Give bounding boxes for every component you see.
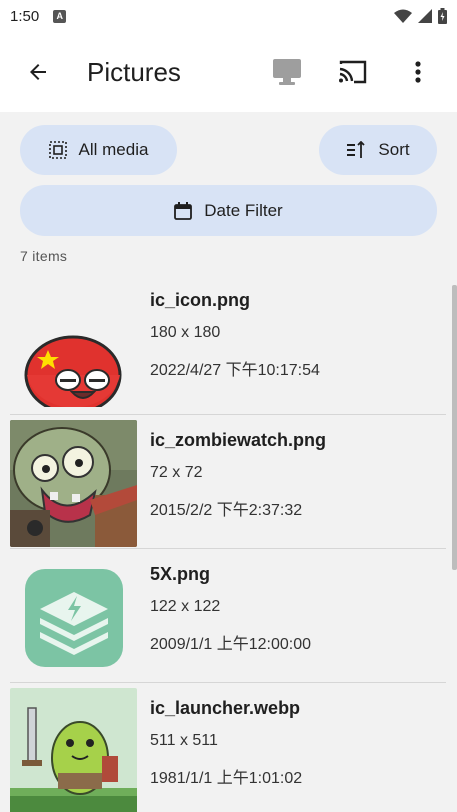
status-indicators <box>394 8 447 24</box>
back-button[interactable] <box>20 54 56 90</box>
app-bar: Pictures <box>0 32 457 112</box>
item-count: 7 items <box>20 248 68 264</box>
cast-button[interactable] <box>334 54 370 90</box>
divider <box>10 682 446 683</box>
layers-bolt-image <box>25 569 123 667</box>
page-title: Pictures <box>87 57 181 87</box>
zombie-image <box>10 420 137 547</box>
all-media-label: All media <box>78 140 149 159</box>
file-dimensions: 72 x 72 <box>150 464 203 481</box>
file-dimensions: 511 x 511 <box>150 732 218 749</box>
green-knight-character-image <box>10 688 137 812</box>
date-filter-chip[interactable]: Date Filter <box>20 185 437 236</box>
file-dimensions: 180 x 180 <box>150 324 221 341</box>
file-name: ic_icon.png <box>150 290 251 310</box>
scrollbar[interactable] <box>452 285 457 570</box>
thumbnail <box>10 420 137 547</box>
sort-icon <box>347 141 366 158</box>
list-item[interactable]: ic_launcher.webp 511 x 511 1981/1/1 上午1:… <box>10 688 446 812</box>
file-name: ic_zombiewatch.png <box>150 430 327 450</box>
calendar-icon <box>174 201 193 220</box>
thumbnail <box>10 688 137 812</box>
battery-icon <box>438 8 447 24</box>
file-dimensions: 122 x 122 <box>150 598 221 615</box>
date-filter-label: Date Filter <box>204 200 283 220</box>
monitor-button[interactable] <box>269 54 305 90</box>
file-date: 2015/2/2 下午2:37:32 <box>150 502 303 519</box>
divider <box>10 414 446 415</box>
monitor-icon <box>273 59 301 85</box>
file-date: 2009/1/1 上午12:00:00 <box>150 636 312 653</box>
signal-icon <box>418 9 432 23</box>
red-ball-character-image <box>24 335 122 407</box>
sort-label: Sort <box>378 140 410 159</box>
more-vert-icon <box>415 61 421 83</box>
thumbnail <box>10 280 137 407</box>
notification-icon: A <box>53 9 67 23</box>
back-arrow-icon <box>30 64 46 80</box>
file-name: 5X.png <box>150 564 211 584</box>
cast-icon <box>339 60 367 84</box>
list-item[interactable]: ic_zombiewatch.png 72 x 72 2015/2/2 下午2:… <box>10 420 446 554</box>
thumbnail <box>10 554 137 681</box>
all-media-chip[interactable]: All media <box>20 125 177 175</box>
list-item[interactable]: ic_icon.png 180 x 180 2022/4/27 下午10:17:… <box>10 280 446 414</box>
file-date: 2022/4/27 下午10:17:54 <box>150 362 320 379</box>
list-item[interactable]: 5X.png 122 x 122 2009/1/1 上午12:00:00 <box>10 554 446 688</box>
status-bar: 1:50 A <box>0 0 457 32</box>
divider <box>10 548 446 549</box>
file-name: ic_launcher.webp <box>150 698 301 718</box>
wifi-icon <box>394 9 412 23</box>
status-time: 1:50 <box>10 7 40 25</box>
select-all-icon <box>48 141 67 159</box>
sort-chip[interactable]: Sort <box>319 125 437 175</box>
more-options-button[interactable] <box>400 54 436 90</box>
file-date: 1981/1/1 上午1:01:02 <box>150 770 303 787</box>
